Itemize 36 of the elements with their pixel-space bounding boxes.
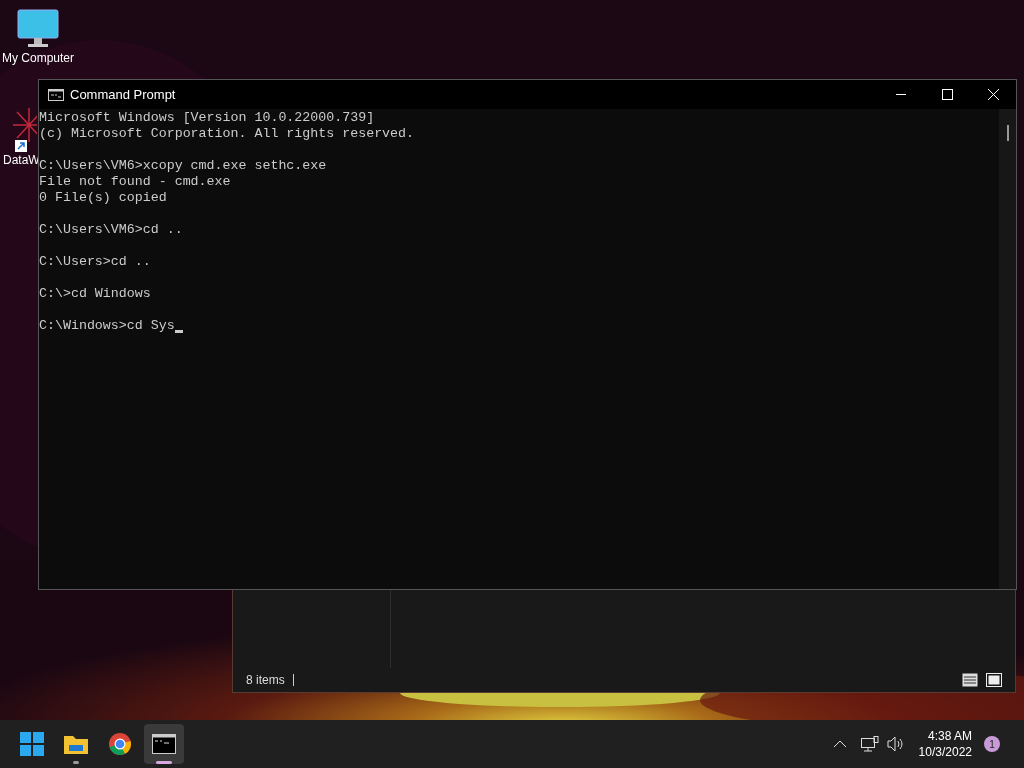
running-indicator — [73, 761, 79, 764]
console-line: File not found - cmd.exe — [39, 174, 231, 190]
shortcut-icon[interactable] — [13, 108, 37, 152]
clock-date[interactable]: 10/3/2022 — [918, 744, 972, 760]
console-line: Microsoft Windows [Version 10.0.22000.739] — [39, 110, 375, 126]
running-indicator — [156, 761, 172, 764]
console-line: C:\Users>cd .. — [39, 254, 151, 270]
details-view-icon[interactable] — [962, 673, 978, 687]
close-icon — [987, 89, 999, 100]
text-cursor — [174, 330, 183, 333]
console-line: 0 File(s) copied — [39, 190, 167, 206]
console-line: C:\Users\VM6>xcopy cmd.exe sethc.exe — [39, 158, 327, 174]
notification-badge[interactable]: 1 — [984, 736, 1000, 752]
console-line: C:\Users\VM6>cd .. — [39, 222, 183, 238]
tiles-view-icon[interactable] — [986, 673, 1002, 687]
terminal-icon — [152, 734, 176, 754]
taskbar-button[interactable] — [144, 724, 184, 764]
console-line: C:\>cd Windows — [39, 286, 151, 302]
browser-icon — [108, 732, 132, 756]
folder-icon — [63, 733, 89, 755]
monitor-icon[interactable] — [16, 8, 60, 50]
maximize-icon — [941, 89, 953, 100]
status-text: 8 items — [246, 672, 285, 689]
network-icon[interactable] — [860, 736, 879, 752]
clock-time[interactable]: 4:38 AM — [927, 728, 972, 744]
minimize-icon — [896, 93, 906, 96]
icon-label: My Computer — [1, 50, 76, 66]
console-line: (c) Microsoft Corporation. All rights reserved. — [39, 126, 415, 142]
console-line: C:\Windows>cd Sys — [39, 318, 175, 334]
icon-label: DataW — [3, 152, 40, 167]
console-app-icon — [48, 88, 64, 101]
chevron-up-icon[interactable] — [832, 740, 847, 748]
scrollbar[interactable] — [999, 109, 1016, 589]
windows-logo-icon — [20, 732, 44, 756]
volume-icon[interactable] — [886, 736, 905, 752]
window-title: Command Prompt — [70, 85, 176, 104]
